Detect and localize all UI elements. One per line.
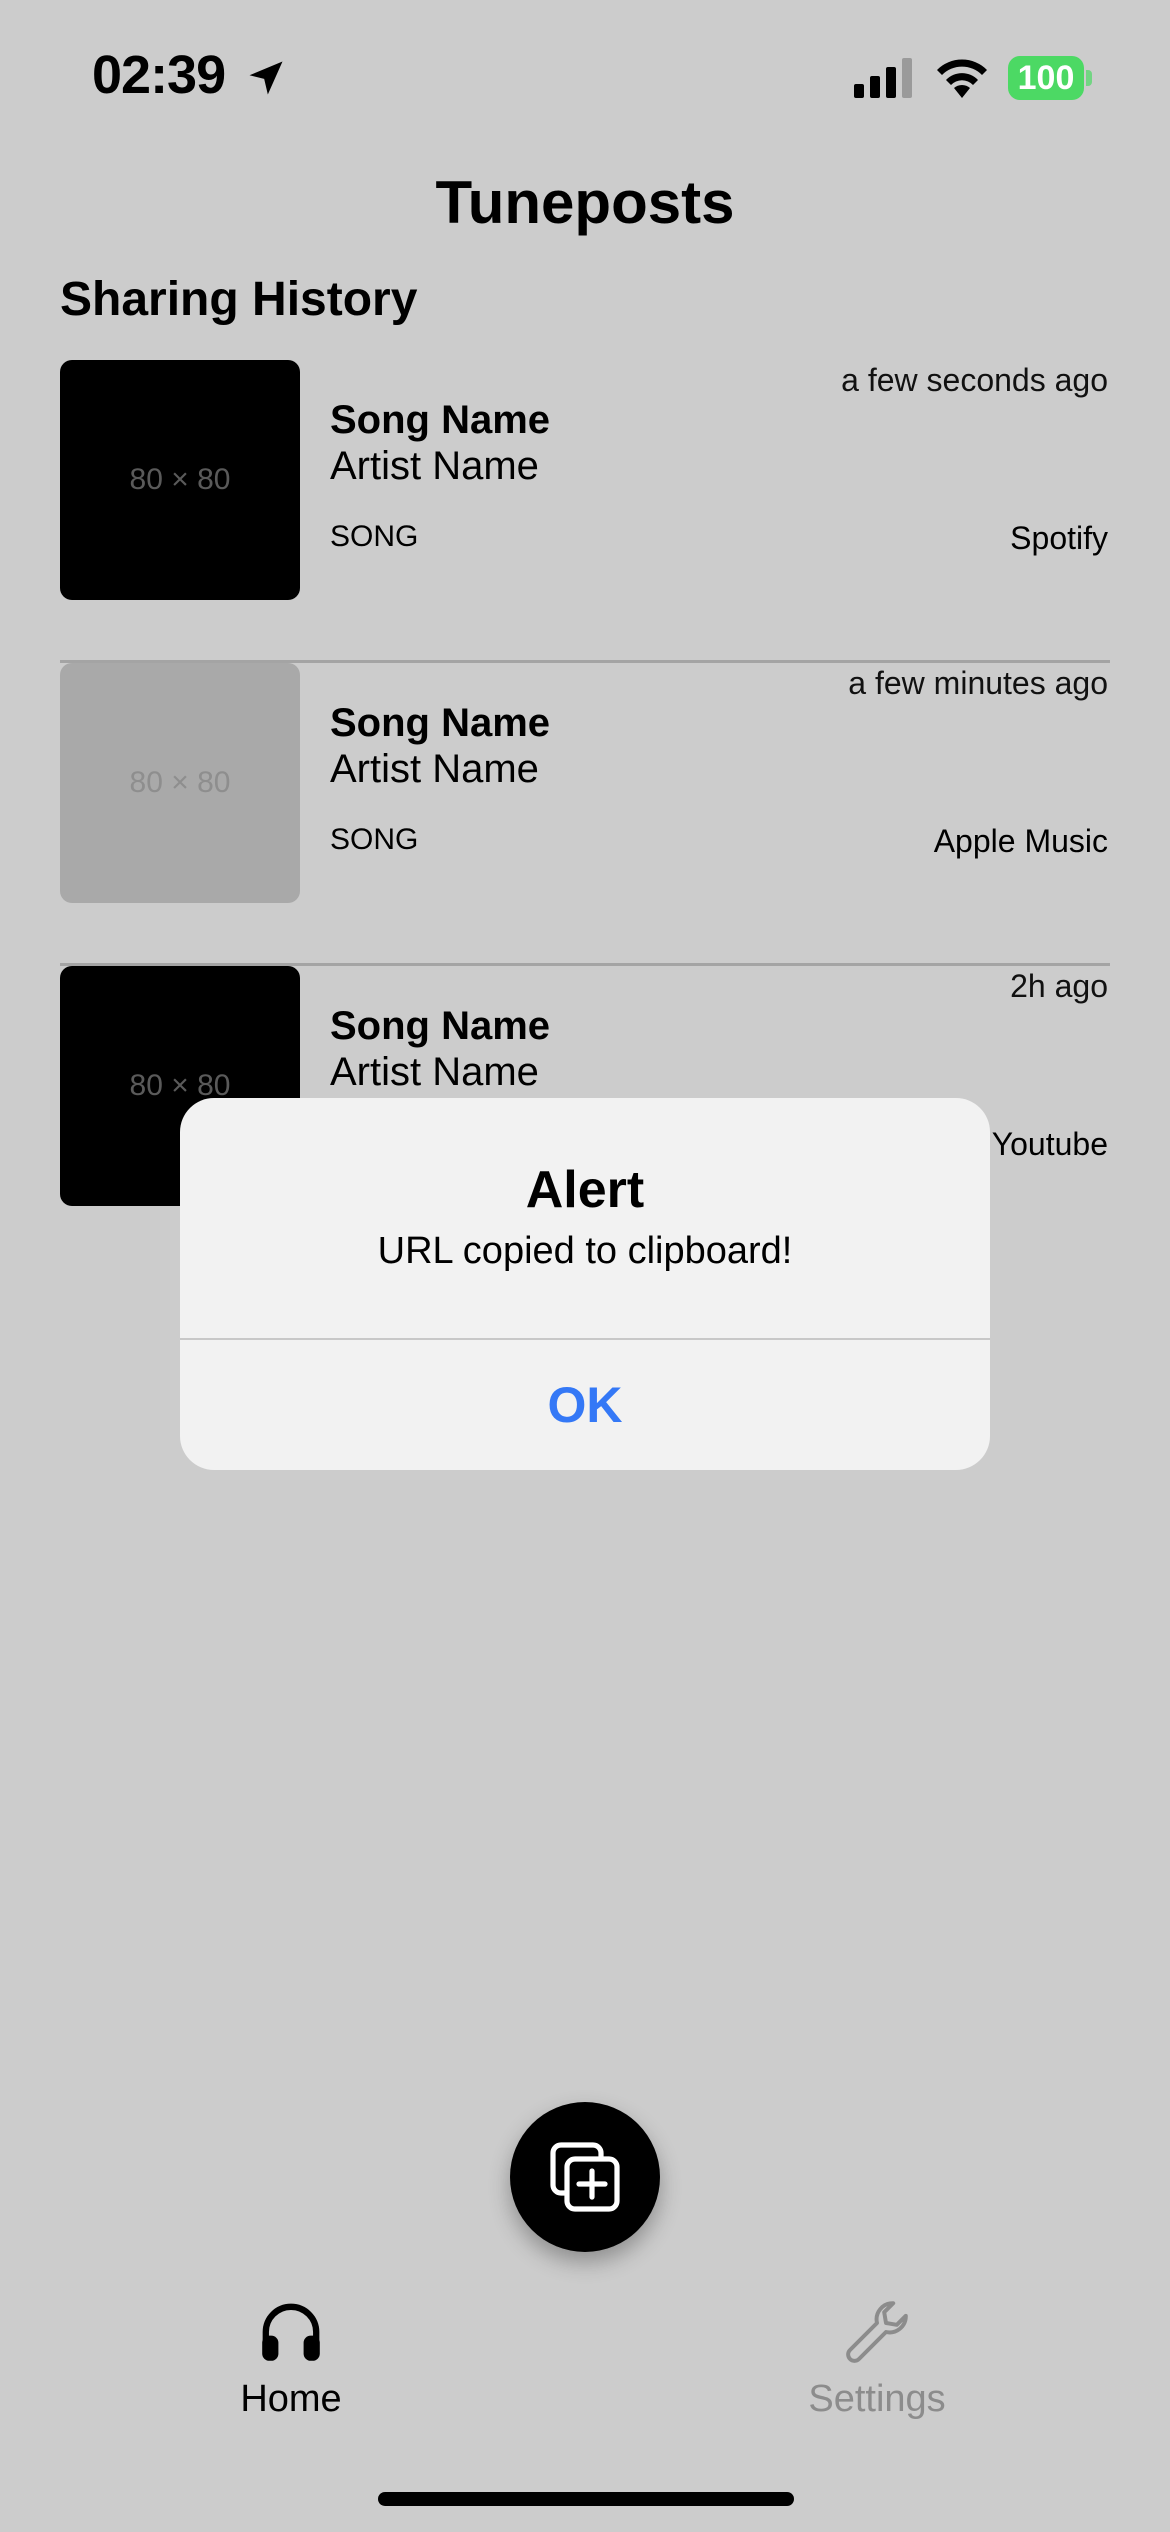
share-new-button[interactable]: [510, 2102, 660, 2252]
alert-dialog: Alert URL copied to clipboard! OK: [180, 1098, 990, 1470]
tab-home[interactable]: Home: [181, 2296, 401, 2436]
home-indicator: [378, 2492, 794, 2506]
media-type-label: SONG: [330, 520, 419, 553]
history-item[interactable]: 80 × 80 a few seconds ago Song Name Arti…: [60, 360, 1110, 663]
song-name: Song Name: [330, 701, 551, 745]
status-bar: 02:39 100: [0, 0, 1170, 160]
battery-indicator: 100: [1008, 56, 1092, 100]
shared-time: a few minutes ago: [848, 665, 1108, 701]
wrench-icon: [846, 2301, 908, 2363]
location-arrow-icon: [249, 61, 283, 95]
wifi-icon: [937, 59, 987, 98]
app-title: Tuneposts: [435, 169, 735, 236]
status-time: 02:39: [92, 45, 226, 105]
album-art-placeholder: 80 × 80: [60, 360, 300, 600]
history-item[interactable]: 80 × 80 a few minutes ago Song Name Arti…: [60, 663, 1110, 966]
battery-cap: [1086, 70, 1092, 86]
battery-level: 100: [1017, 59, 1075, 97]
shared-time: a few seconds ago: [841, 362, 1108, 398]
copy-plus-icon: [550, 2142, 620, 2212]
song-name: Song Name: [330, 398, 551, 442]
cellular-signal-icon: [854, 58, 912, 98]
headphones-icon: [262, 2303, 320, 2361]
artist-name: Artist Name: [330, 444, 539, 488]
alert-title: Alert: [525, 1161, 645, 1219]
artist-name: Artist Name: [330, 1050, 539, 1094]
artist-name: Artist Name: [330, 747, 539, 791]
tab-settings[interactable]: Settings: [767, 2296, 987, 2436]
ok-button[interactable]: OK: [180, 1340, 990, 1470]
media-type-label: SONG: [330, 823, 419, 856]
tab-home-label: Home: [240, 2378, 342, 2420]
service-name: Youtube: [991, 1126, 1108, 1162]
service-name: Apple Music: [933, 823, 1108, 859]
service-name: Spotify: [1010, 520, 1108, 556]
song-name: Song Name: [330, 1004, 551, 1048]
tab-settings-label: Settings: [808, 2378, 946, 2420]
album-art-placeholder: 80 × 80: [60, 663, 300, 903]
section-title: Sharing History: [60, 273, 418, 326]
shared-time: 2h ago: [1010, 968, 1108, 1004]
alert-message: URL copied to clipboard!: [377, 1230, 793, 1272]
